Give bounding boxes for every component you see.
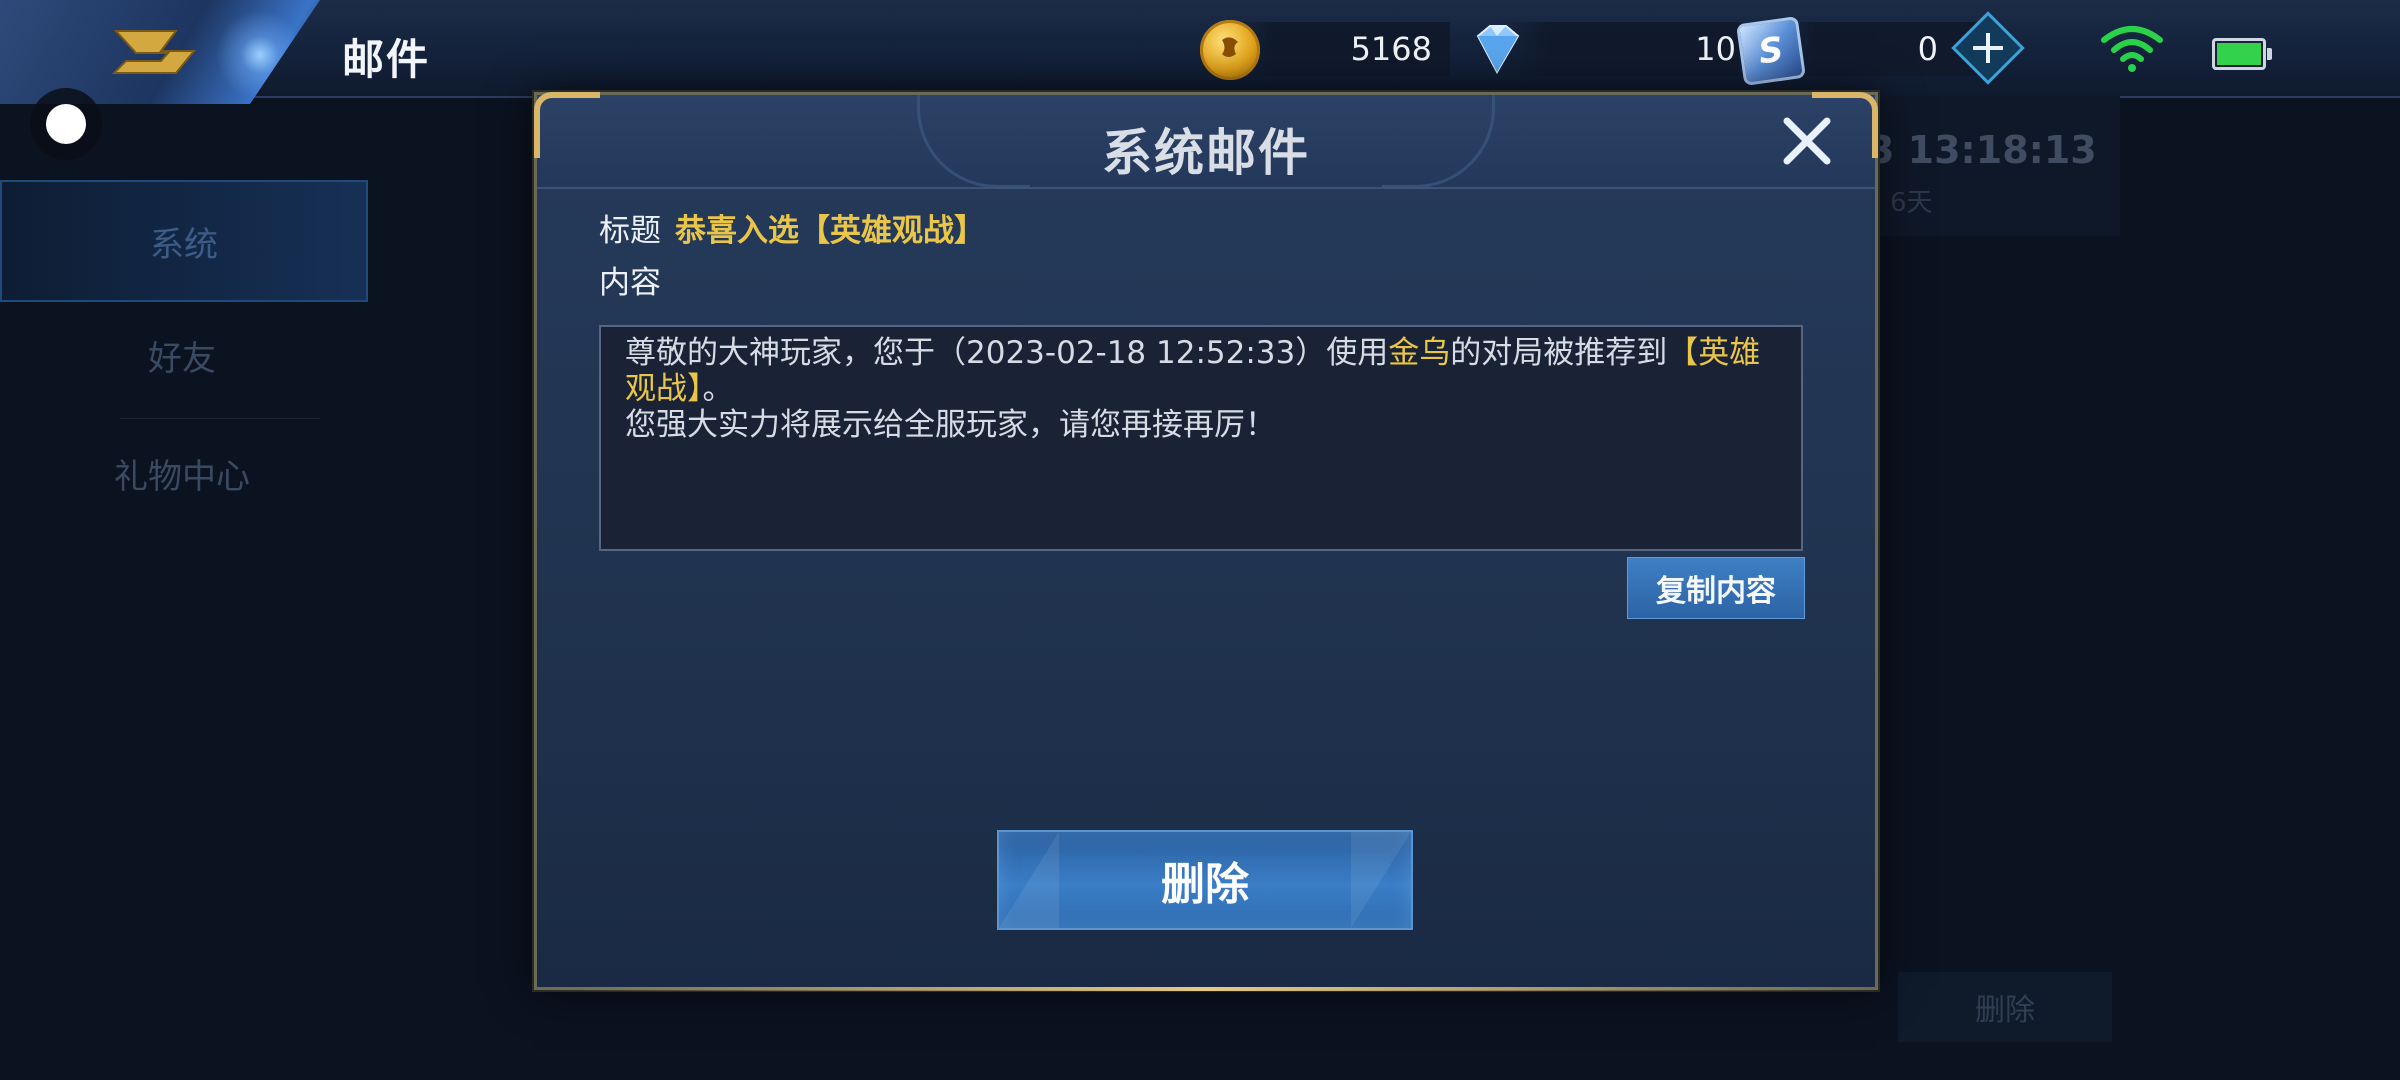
gold-corner-left xyxy=(534,92,600,158)
sidebar-item-system[interactable]: 系统 xyxy=(0,180,368,302)
token-balance: 0 xyxy=(1917,30,1938,68)
content-intro: 尊敬的大神玩家，您于（2023-02-18 12:52:33）使用 xyxy=(625,335,1389,371)
delete-button[interactable]: 删除 xyxy=(997,830,1413,930)
token-icon: S xyxy=(1735,15,1807,87)
dialog-title: 系统邮件 xyxy=(1102,124,1310,182)
dialog-header: 系统邮件 xyxy=(537,95,1875,189)
mail-category-sidebar: 系统 好友 礼物中心 xyxy=(0,160,370,1080)
content-line-2: 您强大实力将展示给全服玩家，请您再接再厉！ xyxy=(625,407,1276,443)
page-title: 邮件 xyxy=(342,35,431,84)
mail-list-item-time: 3 13:18:13 xyxy=(1868,128,2097,172)
background-delete-button[interactable]: 删除 xyxy=(1898,972,2112,1042)
mail-subject: 恭喜入选【英雄观战】 xyxy=(675,213,985,249)
hero-name: 金乌 xyxy=(1388,335,1451,371)
floating-assist-button[interactable] xyxy=(30,88,102,160)
top-bar: 邮件 5168 10 S 0 xyxy=(0,0,2400,104)
gold-corner-right xyxy=(1812,92,1878,158)
content-middle: 的对局被推荐到 xyxy=(1450,335,1668,371)
mail-list-item-expiry: 6天 xyxy=(1890,188,1933,218)
floating-dot-icon xyxy=(46,104,86,144)
delete-button-label: 删除 xyxy=(1161,859,1249,910)
subject-label: 标题 xyxy=(599,213,661,249)
battery-icon xyxy=(2212,38,2272,70)
system-mail-dialog: 系统邮件 标题 恭喜入选【英雄观战】 内容 尊敬的大神玩家，您于（2023-02… xyxy=(534,92,1878,991)
mail-content-box[interactable]: 尊敬的大神玩家，您于（2023-02-18 12:52:33）使用金乌的对局被推… xyxy=(599,325,1803,551)
content-label: 内容 xyxy=(599,265,661,301)
back-arrow-icon xyxy=(111,30,197,74)
diamond-balance: 10 xyxy=(1695,30,1736,68)
content-end: 。 xyxy=(702,371,734,407)
copy-content-button[interactable]: 复制内容 xyxy=(1627,557,1805,619)
diamond-icon xyxy=(1476,25,1520,75)
mail-content-text: 尊敬的大神玩家，您于（2023-02-18 12:52:33）使用金乌的对局被推… xyxy=(625,335,1785,443)
back-button[interactable] xyxy=(100,18,212,86)
gold-balance: 5168 xyxy=(1350,30,1432,68)
gold-coin-icon xyxy=(1200,20,1260,80)
wifi-icon xyxy=(2101,26,2163,72)
sidebar-item-friends[interactable]: 好友 xyxy=(0,296,364,414)
sidebar-item-gift-center[interactable]: 礼物中心 xyxy=(0,414,364,532)
